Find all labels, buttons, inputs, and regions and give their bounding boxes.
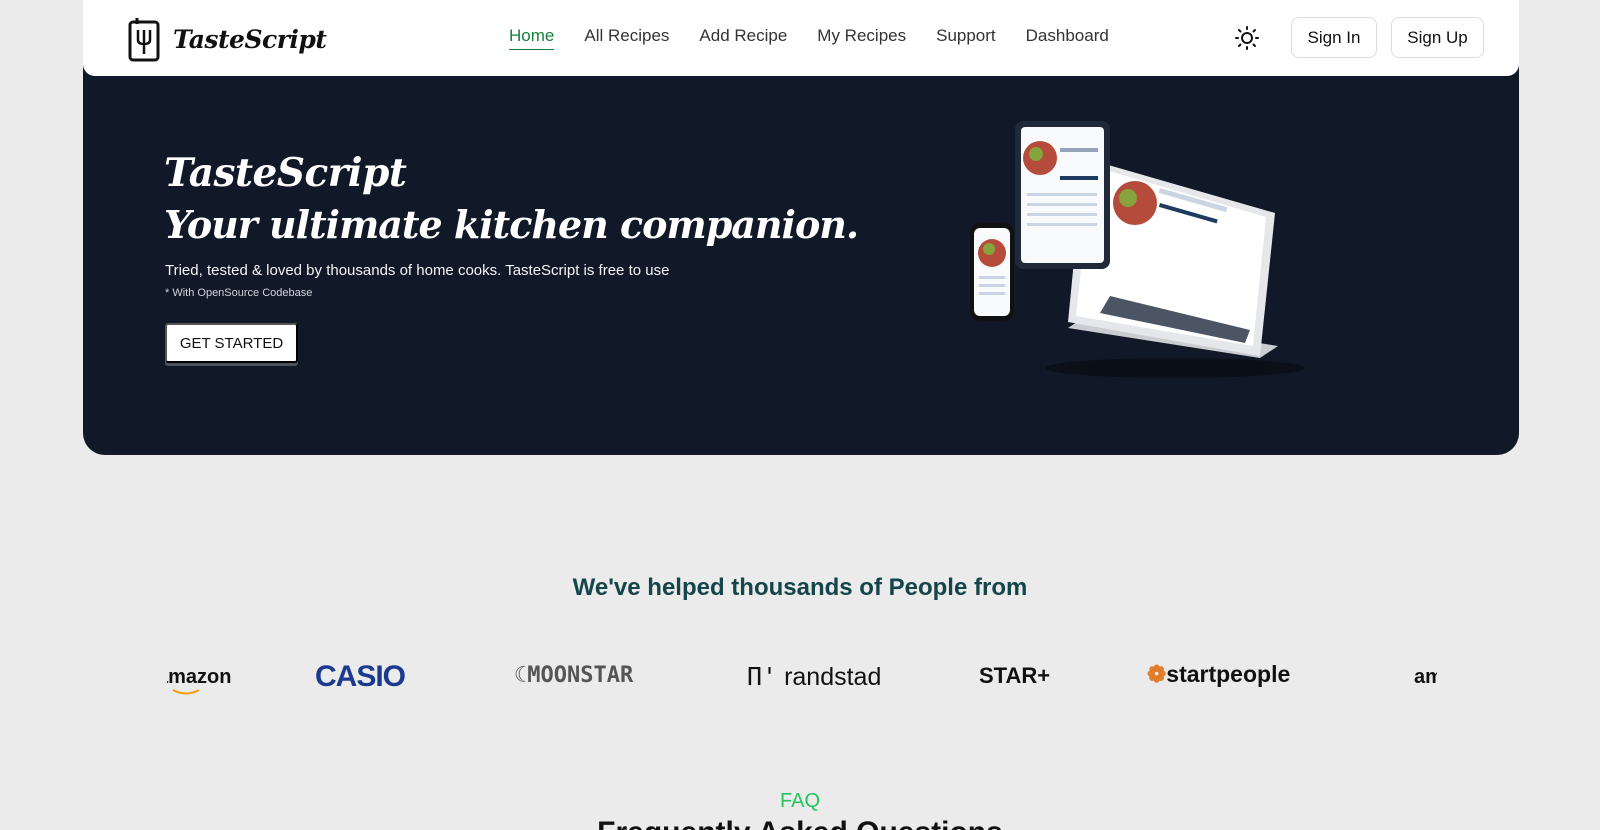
randstad-logo: Π' randstad [747,662,882,691]
hero-subtitle: Tried, tested & loved by thousands of ho… [165,262,670,279]
moonstar-emblem-icon: ☾ [514,663,528,688]
hero-note: * With OpenSource Codebase [165,287,313,299]
navbar: TasteScript Home All Recipes Add Recipe … [83,0,1519,76]
sign-in-button[interactable]: Sign In [1291,17,1377,58]
hero-tagline: Your ultimate kitchen companion. [164,202,859,247]
nav-add-recipe[interactable]: Add Recipe [699,26,787,50]
startpeople-logo: ❁startpeople [1147,661,1291,687]
brand-name: TasteScript [173,24,327,54]
brand-logo[interactable]: TasteScript [127,16,327,62]
get-started-button[interactable]: GET STARTED [165,323,298,363]
nav-home[interactable]: Home [509,26,555,50]
sign-up-button[interactable]: Sign Up [1391,17,1484,58]
amazon-smile-icon [172,689,200,695]
device-mockup-image [970,121,1305,378]
nav-dashboard[interactable]: Dashboard [1026,26,1109,50]
clients-heading: We've helped thousands of People from [572,574,1028,601]
faq-title: Frequently Asked Questions [0,816,1600,830]
startpeople-emblem-icon: ❁ [1147,661,1167,687]
randstad-emblem-icon: Π' [747,662,778,691]
star-plus-logo: STAR+ [979,663,1051,688]
moonstar-logo: ☾MOONSTAR [514,663,634,688]
hero-title: TasteScript [164,150,407,196]
nav-my-recipes[interactable]: My Recipes [817,26,906,50]
client-logo-strip: amazon CASIO ☾MOONSTAR Π' randstad STAR+… [167,656,1437,706]
sun-icon[interactable] [1234,25,1260,51]
main-nav: Home All Recipes Add Recipe My Recipes S… [509,26,1139,50]
amazon-logo-repeat: amazon [1414,666,1437,688]
nav-all-recipes[interactable]: All Recipes [584,26,669,50]
faq-label: FAQ [779,790,820,812]
fork-knife-logo-icon [128,18,160,62]
casio-logo: CASIO [315,660,406,693]
nav-support[interactable]: Support [936,26,996,50]
amazon-logo: amazon [167,666,231,695]
